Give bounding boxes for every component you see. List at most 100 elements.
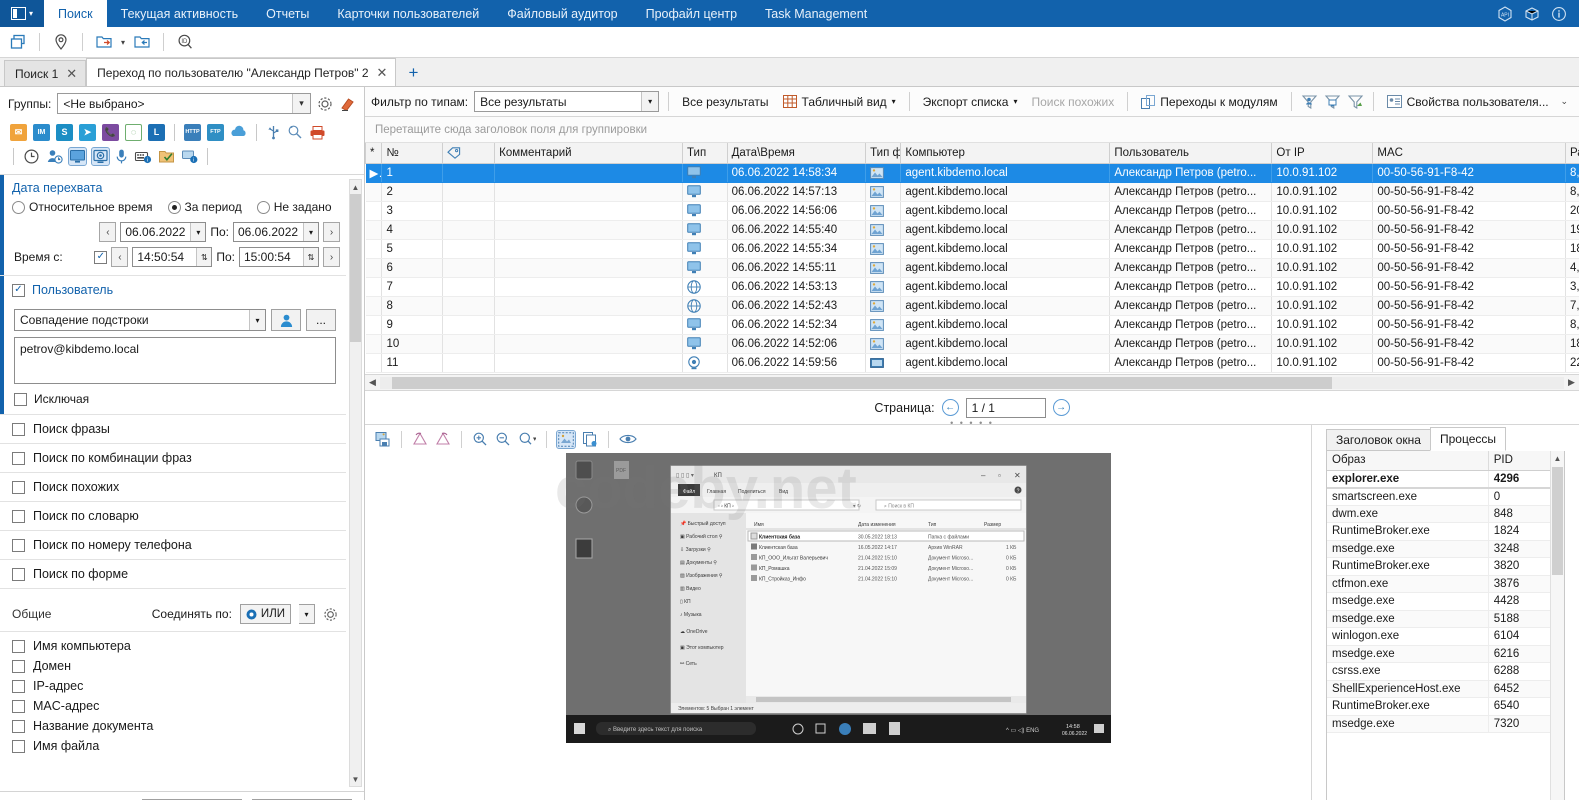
date-next-button[interactable]: › (323, 222, 340, 242)
process-row[interactable]: ctfmon.exe3876 (1327, 575, 1564, 593)
checkbox[interactable] (12, 660, 25, 673)
eraser-icon[interactable] (339, 96, 356, 112)
details-tab-window-title[interactable]: Заголовок окна (1326, 429, 1431, 451)
process-row[interactable]: explorer.exe4296 (1327, 470, 1564, 488)
col-computer[interactable]: Компьютер (901, 143, 1110, 163)
checkbox[interactable] (12, 700, 25, 713)
filter-computer-icon[interactable] (1324, 94, 1341, 110)
common-field-computer-name[interactable]: Имя компьютера (0, 636, 346, 656)
process-row[interactable]: RuntimeBroker.exe1824 (1327, 523, 1564, 541)
user-browse-button[interactable]: ... (306, 309, 336, 331)
time-from-input[interactable]: 14:50:54 ⇅ (132, 247, 212, 267)
module-transitions-button[interactable]: Переходы к модулям (1137, 95, 1281, 109)
chevron-down-icon[interactable]: ▾ (641, 92, 658, 111)
fit-screen-icon[interactable] (557, 431, 575, 448)
checkbox[interactable] (12, 452, 25, 465)
user-activity-icon[interactable] (46, 148, 63, 165)
screenshot-icon[interactable] (69, 148, 86, 165)
whatsapp-icon[interactable]: ◌ (125, 124, 142, 141)
table-row[interactable]: 206.06.2022 14:57:13agent.kibdemo.localА… (366, 182, 1579, 201)
zoom-select-icon[interactable]: ▾ (518, 431, 536, 447)
eye-icon[interactable] (619, 432, 637, 446)
table-row[interactable]: 406.06.2022 14:55:40agent.kibdemo.localА… (366, 220, 1579, 239)
location-pin-icon[interactable] (49, 30, 73, 54)
user-pick-icon[interactable] (271, 309, 301, 331)
process-row[interactable]: msedge.exe6216 (1327, 645, 1564, 663)
chevron-down-icon[interactable]: ▾ (190, 223, 205, 241)
document-tab-search-1[interactable]: Поиск 1 ✕ (4, 60, 86, 86)
ftp-icon[interactable]: FTP (207, 124, 224, 141)
ribbon-tab-file-auditor[interactable]: Файловый аудитор (493, 0, 631, 27)
filter-search-similar[interactable]: Поиск похожих (0, 473, 346, 502)
table-row[interactable]: 306.06.2022 14:56:06agent.kibdemo.localА… (366, 201, 1579, 220)
lync-icon[interactable]: L (148, 124, 165, 141)
api-icon[interactable]: API (1497, 6, 1513, 22)
ribbon-tab-profile-center[interactable]: Профайл центр (632, 0, 751, 27)
scrollbar-thumb[interactable] (392, 377, 1332, 389)
id-search-icon[interactable]: ID (173, 30, 197, 54)
results-grid[interactable]: * № Комментарий Тип Дата\Время Тип фа Ко… (365, 143, 1579, 375)
ribbon-tab-current-activity[interactable]: Текущая активность (107, 0, 252, 27)
common-field-document-name[interactable]: Название документа (0, 716, 346, 736)
common-field-file-name[interactable]: Имя файла (0, 736, 346, 756)
checkbox[interactable] (12, 720, 25, 733)
new-tab-button[interactable]: + (396, 60, 430, 86)
chevron-down-icon[interactable]: ▾ (299, 604, 315, 624)
col-number[interactable]: № (382, 143, 443, 163)
telegram-icon[interactable]: ➤ (79, 124, 96, 141)
group-by-dropzone[interactable]: Перетащите сюда заголовок поля для групп… (365, 117, 1579, 143)
filter-search-phrase-combination[interactable]: Поиск по комбинации фраз (0, 444, 346, 473)
process-row[interactable]: smartscreen.exe0 (1327, 488, 1564, 506)
checkbox[interactable] (12, 568, 25, 581)
process-row[interactable]: RuntimeBroker.exe3820 (1327, 558, 1564, 576)
user-group-checkbox[interactable]: ✓ (12, 284, 25, 297)
chevron-down-icon[interactable]: ⌄ (1560, 96, 1573, 107)
scroll-up-arrow[interactable]: ▲ (1551, 451, 1564, 465)
col-filetype[interactable]: Тип фа (866, 143, 901, 163)
table-row[interactable]: 1106.06.2022 14:59:56agent.kibdemo.local… (366, 353, 1579, 372)
checkbox[interactable] (12, 640, 25, 653)
table-row[interactable]: 706.06.2022 14:53:13agent.kibdemo.localА… (366, 277, 1579, 296)
join-operator-button[interactable]: ИЛИ (240, 604, 291, 624)
col-datetime[interactable]: Дата\Время (727, 143, 866, 163)
process-row[interactable]: ShellExperienceHost.exe6452 (1327, 680, 1564, 698)
rotate-right-icon[interactable] (435, 431, 451, 447)
spinner-icon[interactable]: ⇅ (303, 248, 318, 266)
checkbox[interactable] (12, 423, 25, 436)
filter-search-form[interactable]: Поиск по форме (0, 560, 346, 589)
scroll-up-arrow[interactable]: ▲ (350, 180, 361, 194)
process-col-image[interactable]: Образ (1327, 451, 1488, 470)
col-comment[interactable]: Комментарий (495, 143, 683, 163)
zoom-in-icon[interactable] (472, 431, 488, 447)
scrollbar-track[interactable] (380, 377, 1564, 389)
col-user[interactable]: Пользователь (1110, 143, 1272, 163)
date-prev-button[interactable]: ‹ (99, 222, 116, 242)
printer-icon[interactable] (309, 125, 326, 140)
table-row[interactable]: 906.06.2022 14:52:34agent.kibdemo.localА… (366, 315, 1579, 334)
scroll-right-arrow[interactable]: ▶ (1564, 377, 1579, 388)
all-results-button[interactable]: Все результаты (678, 95, 772, 109)
mail-icon[interactable]: ✉ (10, 124, 27, 141)
process-row[interactable]: msedge.exe3248 (1327, 540, 1564, 558)
im-icon[interactable]: IM (33, 124, 50, 141)
checkbox[interactable] (12, 539, 25, 552)
info-icon[interactable] (1551, 6, 1567, 22)
table-row[interactable]: ▶106.06.2022 14:58:34agent.kibdemo.local… (366, 163, 1579, 182)
table-view-button[interactable]: Табличный вид ▾ (779, 95, 900, 109)
process-vertical-scrollbar[interactable]: ▲ ▼ (1550, 451, 1564, 800)
microphone-icon[interactable] (115, 148, 128, 165)
checkbox[interactable] (12, 481, 25, 494)
close-icon[interactable]: ✕ (377, 65, 388, 81)
document-tab-user-transition[interactable]: Переход по пользователю "Александр Петро… (86, 58, 396, 86)
table-row[interactable]: 806.06.2022 14:52:43agent.kibdemo.localА… (366, 296, 1579, 315)
scroll-down-arrow[interactable]: ▼ (350, 772, 361, 786)
checkbox[interactable] (12, 740, 25, 753)
details-tab-processes[interactable]: Процессы (1430, 427, 1506, 451)
keylogger-icon[interactable]: i (134, 149, 152, 164)
usb-icon[interactable] (266, 124, 281, 140)
time-to-input[interactable]: 15:00:54 ⇅ (239, 247, 319, 267)
scroll-left-arrow[interactable]: ◀ (365, 377, 380, 388)
save-image-icon[interactable] (375, 431, 391, 447)
user-properties-button[interactable]: Свойства пользователя... (1383, 95, 1553, 109)
chevron-down-icon[interactable]: ▾ (303, 223, 318, 241)
